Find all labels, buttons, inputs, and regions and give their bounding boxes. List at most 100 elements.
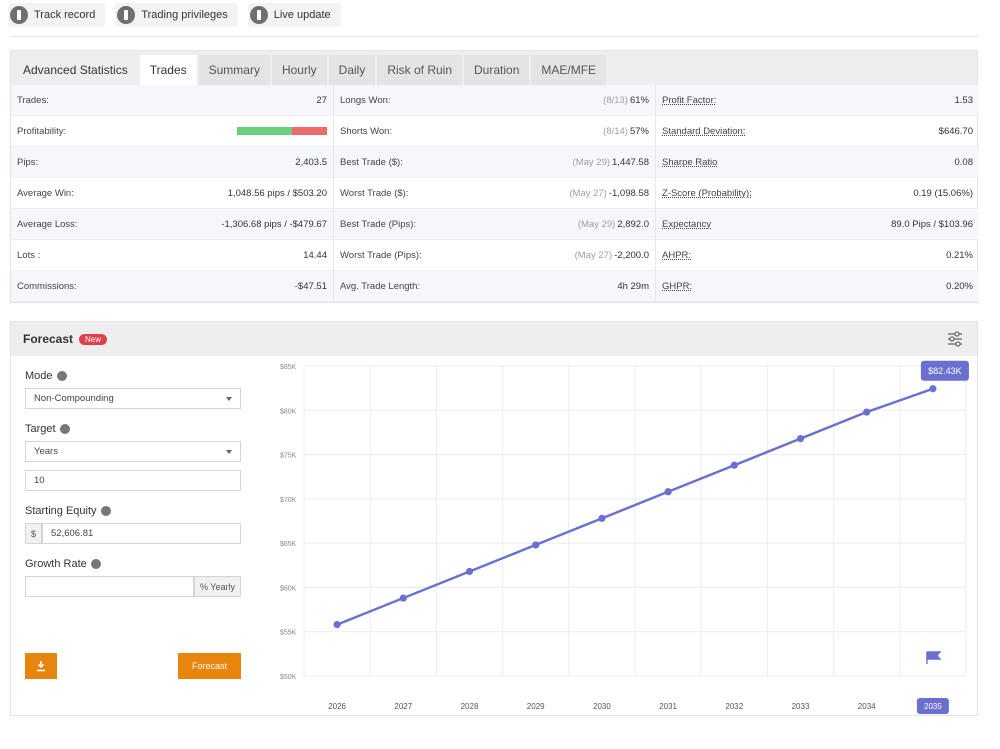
stat-value: 89.0 Pips / $103.96 (891, 218, 973, 230)
stat-label: Lots : (17, 249, 41, 261)
stat-value: $646.70 (938, 125, 973, 137)
stat-label: Pips: (17, 156, 39, 168)
mode-label: Mode (25, 370, 53, 382)
stat-value-group: (8/14) 57% (603, 126, 649, 137)
tab-risk-of-ruin[interactable]: Risk of Ruin (377, 55, 463, 85)
stat-row-z-score: Z-Score (Probability): 0.19 (15.06%) (656, 178, 979, 209)
stat-row-trades: Trades: 27 (11, 85, 333, 116)
stat-detail: (8/14) (603, 125, 628, 137)
stat-label: Average Loss: (17, 218, 78, 230)
target-input[interactable]: 10 (25, 470, 241, 491)
stat-label[interactable]: Standard Deviation: (662, 126, 745, 137)
stat-value: 14.44 (303, 249, 327, 261)
tab-summary[interactable]: Summary (198, 55, 270, 85)
live-update-label: Live update (273, 9, 331, 21)
stat-row-expectancy: Expectancy 89.0 Pips / $103.96 (656, 209, 979, 240)
data-point (465, 567, 474, 576)
target-unit-select[interactable]: Years (25, 441, 241, 462)
y-tick-label: $60K (280, 585, 297, 592)
y-tick-label: $75K (280, 453, 297, 460)
stat-value-group: (May 29) 1,447.58 (573, 157, 649, 168)
mode-label-row: Mode (25, 370, 241, 382)
track-record-tab[interactable]: Track record (8, 3, 106, 27)
top-divider (10, 36, 978, 37)
stat-detail: (May 27) (574, 249, 613, 261)
stat-row-ahpr: AHPR: 0.21% (656, 240, 979, 271)
stat-row-avg-trade-length: Avg. Trade Length: 4h 29m (334, 271, 655, 302)
data-point (929, 385, 937, 393)
stat-row-longs-won: Longs Won: (8/13) 61% (334, 85, 655, 116)
stat-label[interactable]: GHPR: (662, 281, 692, 292)
chevron-down-icon (226, 449, 232, 454)
forecast-title: Forecast (23, 332, 74, 346)
trading-privileges-tab[interactable]: Trading privileges (115, 3, 238, 27)
equity-label-row: Starting Equity (25, 505, 241, 517)
info-icon[interactable] (100, 506, 111, 516)
y-tick-label: $50K (280, 674, 297, 681)
forecast-button[interactable]: Forecast (178, 653, 241, 679)
download-icon (37, 661, 45, 672)
data-point (598, 514, 606, 522)
stat-row-average-win: Average Win: 1,048.56 pips / $503.20 (11, 178, 333, 209)
stats-column-3: Profit Factor: 1.53 Standard Deviation: $6… (655, 85, 979, 302)
stat-value: 57% (629, 125, 649, 137)
x-tick-label: 2032 (725, 702, 743, 711)
stat-row-worst-trade-pips: Worst Trade (Pips): (May 27) -2,200.0 (334, 240, 655, 271)
dollar-addon: $ (25, 523, 43, 544)
stat-label[interactable]: AHPR: (662, 250, 691, 261)
download-button[interactable] (25, 653, 57, 679)
data-point (333, 621, 341, 629)
yearly-addon: % Yearly (193, 576, 241, 597)
starting-equity-input[interactable]: 52,606.81 (42, 523, 241, 544)
stat-row-profit-factor: Profit Factor: 1.53 (656, 85, 979, 116)
stat-label: Shorts Won: (340, 125, 393, 137)
info-icon[interactable] (59, 424, 70, 434)
info-icon[interactable] (56, 371, 67, 381)
stats-column-1: Trades: 27 Profitability: Pips: 2,403.5 Av… (11, 85, 333, 302)
forecast-panel: Forecast New Mode Non-Compounding Target… (10, 321, 978, 716)
stat-label[interactable]: Z-Score (Probability): (662, 188, 752, 199)
tab-daily[interactable]: Daily (328, 55, 376, 85)
stat-label[interactable]: Sharpe Ratio (662, 157, 717, 168)
tab-hourly[interactable]: Hourly (271, 55, 327, 85)
tab-mae-mfe[interactable]: MAE/MFE (531, 55, 607, 85)
stat-label[interactable]: Profit Factor: (662, 95, 716, 106)
info-icon[interactable] (90, 559, 101, 569)
y-tick-label: $65K (280, 541, 297, 548)
stat-row-best-trade-pips: Best Trade (Pips): (May 29) 2,892.0 (334, 209, 655, 240)
stat-value: -1,098.58 (608, 187, 649, 199)
trading-privileges-label: Trading privileges (141, 9, 228, 21)
x-tick-label: 2030 (593, 702, 611, 711)
statistics-tabs: Advanced Statistics Trades Summary Hourl… (11, 51, 977, 85)
stat-row-profitability: Profitability: (11, 116, 333, 147)
stat-row-shorts-won: Shorts Won: (8/14) 57% (334, 116, 655, 147)
stat-label: Avg. Trade Length: (340, 280, 421, 292)
x-tick-label: 2027 (394, 702, 412, 711)
tab-advanced-statistics[interactable]: Advanced Statistics (13, 55, 138, 85)
tab-duration[interactable]: Duration (464, 55, 530, 85)
stat-value: 1,048.56 pips / $503.20 (227, 187, 327, 199)
mode-select-value: Non-Compounding (34, 393, 114, 404)
stat-row-worst-trade-usd: Worst Trade ($): (May 27) -1,098.58 (334, 178, 655, 209)
stat-value: 4h 29m (617, 280, 649, 292)
growth-rate-input[interactable] (25, 576, 194, 597)
stat-value-group: (May 27) -1,098.58 (569, 188, 649, 199)
profitability-win-fill (237, 127, 292, 135)
last-value-label: $82.43K (928, 366, 962, 376)
tab-trades[interactable]: Trades (139, 55, 197, 85)
growth-label-row: Growth Rate (25, 558, 241, 570)
stat-label: Best Trade ($): (340, 156, 403, 168)
data-point (532, 541, 540, 549)
forecast-chart: $85K $80K $75K $70K $65K $60K $55K $50K 2026 2027… (266, 356, 976, 716)
sliders-icon[interactable] (947, 331, 963, 347)
mode-select[interactable]: Non-Compounding (25, 388, 241, 409)
stat-value: 0.21% (946, 249, 973, 261)
stat-value: -2,200.0 (614, 249, 649, 261)
stats-column-2: Longs Won: (8/13) 61% Shorts Won: (8/14) 57%… (333, 85, 655, 302)
stat-label[interactable]: Expectancy (662, 219, 711, 230)
target-unit-value: Years (34, 446, 58, 457)
stat-label: Worst Trade ($): (340, 187, 409, 199)
stat-label: Profitability: (17, 125, 67, 137)
live-update-tab[interactable]: Live update (247, 3, 341, 27)
stat-detail: (May 29) (572, 156, 611, 168)
